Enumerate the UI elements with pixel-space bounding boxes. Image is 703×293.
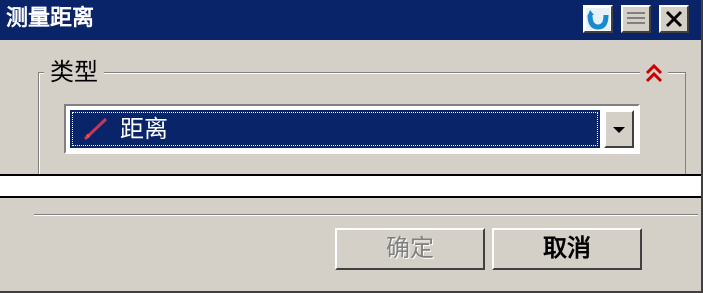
title-bar[interactable]: 测量距离 xyxy=(0,0,703,40)
measure-distance-icon xyxy=(83,117,108,141)
double-chevron-up-icon xyxy=(645,63,663,83)
divider-line xyxy=(0,196,703,198)
dialog-title: 测量距离 xyxy=(6,6,95,31)
divider-line xyxy=(0,174,703,176)
reset-icon xyxy=(586,8,610,30)
content-gap xyxy=(0,176,703,196)
cancel-button[interactable]: 取消 xyxy=(492,228,642,270)
button-separator xyxy=(34,214,698,216)
close-button[interactable] xyxy=(659,5,689,33)
type-group-label: 类型 xyxy=(44,57,104,87)
ok-button[interactable]: 确定 xyxy=(335,228,485,270)
type-combobox[interactable]: 距离 xyxy=(64,104,640,154)
measure-distance-dialog: 测量距离 类型 距离 确定 取消 xyxy=(0,0,703,293)
menu-button[interactable] xyxy=(621,5,651,33)
combo-dropdown-button[interactable] xyxy=(604,110,634,148)
combo-selected-item[interactable]: 距离 xyxy=(70,110,600,148)
chevron-down-icon xyxy=(613,127,625,133)
combo-value: 距离 xyxy=(120,115,168,143)
menu-icon xyxy=(627,12,645,24)
close-icon xyxy=(665,10,683,28)
reset-button[interactable] xyxy=(583,5,613,33)
collapse-group-button[interactable] xyxy=(640,60,668,86)
